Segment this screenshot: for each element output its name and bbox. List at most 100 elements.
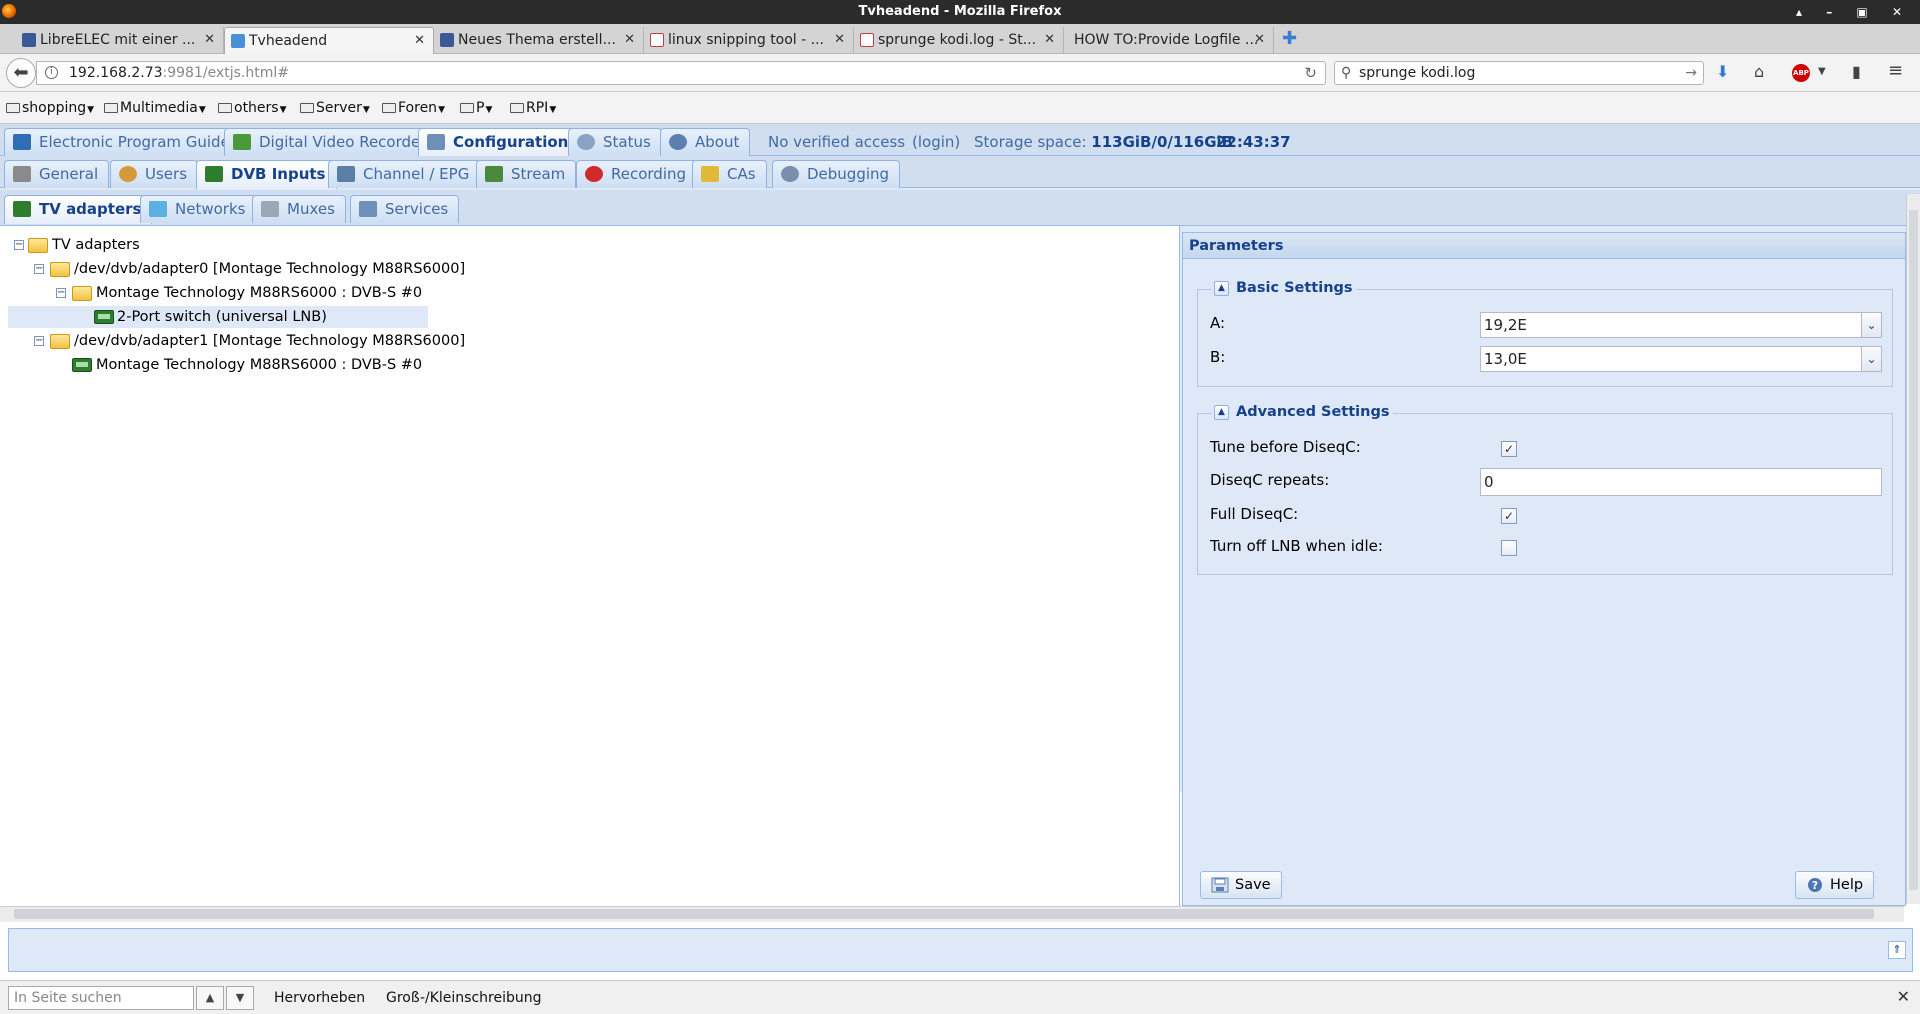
scroll-thumb[interactable] bbox=[1909, 210, 1918, 890]
tab-cas[interactable]: CAs bbox=[692, 160, 767, 188]
wrench-icon bbox=[427, 134, 445, 150]
tree-node-frontend0[interactable]: − Montage Technology M88RS6000 : DVB-S #… bbox=[10, 282, 430, 304]
tab-networks[interactable]: Networks bbox=[140, 195, 257, 223]
menu-icon[interactable]: ≡ bbox=[1888, 60, 1903, 81]
close-tab-icon[interactable]: ✕ bbox=[1044, 27, 1055, 53]
tab-status[interactable]: Status bbox=[568, 128, 662, 156]
browser-tab-active[interactable]: Tvheadend ✕ bbox=[224, 27, 434, 54]
search-input[interactable]: ⚲ sprunge kodi.log → bbox=[1334, 61, 1704, 85]
browser-tab[interactable]: Neues Thema erstell... ✕ bbox=[434, 27, 644, 54]
tab-debugging[interactable]: Debugging bbox=[772, 160, 901, 188]
lnb-idle-checkbox[interactable] bbox=[1501, 540, 1517, 556]
collapse-icon[interactable]: − bbox=[56, 288, 66, 298]
save-button[interactable]: Save bbox=[1200, 871, 1282, 899]
tab-channel-epg[interactable]: Channel / EPG bbox=[328, 160, 481, 188]
close-tab-icon[interactable]: ✕ bbox=[624, 27, 635, 53]
collapse-icon[interactable]: − bbox=[34, 264, 44, 274]
reader-icon[interactable]: ▮ bbox=[1852, 62, 1861, 81]
close-tab-icon[interactable]: ✕ bbox=[1254, 27, 1265, 53]
chevron-down-icon[interactable]: ⌄ bbox=[1861, 347, 1881, 371]
login-link[interactable]: (login) bbox=[912, 133, 960, 151]
vertical-scrollbar[interactable] bbox=[1906, 194, 1920, 904]
field-a-select[interactable]: 19,2E ⌄ bbox=[1480, 312, 1882, 338]
search-icon: ⚲ bbox=[1341, 65, 1352, 81]
bookmark-folder-multimedia[interactable]: Multimedia▼ bbox=[104, 100, 206, 116]
folder-open-icon bbox=[72, 286, 92, 301]
close-tab-icon[interactable]: ✕ bbox=[834, 27, 845, 53]
close-icon[interactable]: ✕ bbox=[1897, 987, 1910, 1006]
site-info-icon[interactable]: i bbox=[45, 66, 58, 79]
tab-label: Neues Thema erstell... bbox=[458, 32, 616, 48]
collapse-icon[interactable]: − bbox=[14, 240, 24, 250]
expand-up-icon[interactable]: ⇑ bbox=[1888, 941, 1906, 959]
match-case-option[interactable]: Groß-/Kleinschreibung bbox=[386, 990, 542, 1006]
scroll-thumb[interactable] bbox=[14, 909, 1874, 919]
tree-node-adapter1[interactable]: − /dev/dvb/adapter1 [Montage Technology … bbox=[10, 330, 465, 352]
parameters-panel: Parameters ▲ Basic Settings A: 19,2E ⌄ B… bbox=[1182, 232, 1906, 906]
tree-node-lnb-switch[interactable]: 2-Port switch (universal LNB) bbox=[8, 306, 428, 328]
bookmark-folder-p[interactable]: P▼ bbox=[460, 100, 492, 116]
tab-dvb-inputs[interactable]: DVB Inputs bbox=[196, 160, 337, 189]
advanced-settings-legend[interactable]: ▲ Advanced Settings bbox=[1212, 404, 1394, 420]
basic-settings-legend[interactable]: ▲ Basic Settings bbox=[1212, 280, 1357, 296]
bookmark-folder-rpi[interactable]: RPI▼ bbox=[510, 100, 556, 116]
close-tab-icon[interactable]: ✕ bbox=[204, 27, 215, 53]
browser-tab[interactable]: sprunge kodi.log - St... ✕ bbox=[854, 27, 1064, 54]
folder-icon bbox=[510, 103, 524, 113]
tree-node-root[interactable]: − TV adapters bbox=[10, 234, 430, 256]
folder-icon bbox=[382, 103, 396, 113]
find-next-button[interactable]: ▼ bbox=[226, 986, 254, 1010]
tab-general[interactable]: General bbox=[4, 160, 110, 188]
adblock-icon[interactable]: ABP bbox=[1792, 64, 1810, 82]
tab-stream[interactable]: Stream bbox=[476, 160, 577, 188]
window-title: Tvheadend - Mozilla Firefox bbox=[858, 4, 1062, 19]
horizontal-scrollbar[interactable] bbox=[0, 906, 1904, 922]
tune-before-diseqc-checkbox[interactable]: ✓ bbox=[1501, 441, 1517, 457]
chevron-down-icon[interactable]: ⌄ bbox=[1861, 313, 1881, 337]
diseqc-repeats-input[interactable]: 0 bbox=[1480, 468, 1882, 496]
help-button[interactable]: ? Help bbox=[1795, 871, 1875, 899]
tree-node-frontend1[interactable]: Montage Technology M88RS6000 : DVB-S #0 bbox=[10, 354, 430, 376]
bookmark-folder-foren[interactable]: Foren▼ bbox=[382, 100, 445, 116]
browser-tab[interactable]: HOW TO:Provide Logfile ... ✕ bbox=[1064, 27, 1274, 54]
tools-icon bbox=[13, 166, 31, 182]
highlight-all-option[interactable]: Hervorheben bbox=[274, 990, 365, 1006]
download-icon[interactable]: ⬇ bbox=[1716, 62, 1729, 81]
full-diseqc-checkbox[interactable]: ✓ bbox=[1501, 508, 1517, 524]
tab-tv-adapters[interactable]: TV adapters bbox=[4, 195, 153, 224]
tree-node-adapter0[interactable]: − /dev/dvb/adapter0 [Montage Technology … bbox=[10, 258, 465, 280]
tab-services[interactable]: Services bbox=[350, 195, 460, 223]
folder-icon bbox=[104, 103, 118, 113]
search-go-icon[interactable]: → bbox=[1685, 62, 1697, 84]
tab-users[interactable]: Users bbox=[110, 160, 199, 188]
bookmark-folder-shopping[interactable]: shopping▼ bbox=[6, 100, 94, 116]
adblock-menu-icon[interactable]: ▼ bbox=[1818, 66, 1826, 77]
tab-about[interactable]: About bbox=[660, 128, 751, 156]
field-b-select[interactable]: 13,0E ⌄ bbox=[1480, 346, 1882, 372]
collapse-up-icon[interactable]: ▲ bbox=[1214, 405, 1229, 420]
bookmark-folder-server[interactable]: Server▼ bbox=[300, 100, 370, 116]
collapse-icon[interactable]: − bbox=[34, 336, 44, 346]
close-tab-icon[interactable]: ✕ bbox=[414, 28, 425, 54]
new-tab-icon[interactable]: ✚ bbox=[1282, 28, 1297, 49]
collapse-up-icon[interactable]: ▲ bbox=[1214, 281, 1229, 296]
window-controls[interactable]: ▴ – ▣ ✕ bbox=[1796, 0, 1912, 24]
find-prev-button[interactable]: ▲ bbox=[196, 986, 224, 1010]
tab-recording[interactable]: Recording bbox=[576, 160, 698, 188]
epg-icon bbox=[13, 134, 31, 150]
home-icon[interactable]: ⌂ bbox=[1754, 62, 1764, 81]
tab-epg[interactable]: Electronic Program Guide bbox=[4, 128, 241, 156]
url-bar[interactable]: i 192.168.2.73:9981/extjs.html# ↻ bbox=[36, 61, 1326, 85]
tab-configuration[interactable]: Configuration bbox=[418, 128, 580, 157]
adapter-tree-panel: − TV adapters − /dev/dvb/adapter0 [Monta… bbox=[0, 226, 1180, 910]
find-input[interactable]: In Seite suchen bbox=[8, 986, 194, 1010]
bookmark-folder-others[interactable]: others▼ bbox=[218, 100, 287, 116]
back-button[interactable]: ⬅ bbox=[6, 58, 36, 88]
tab-dvr[interactable]: Digital Video Recorder bbox=[224, 128, 438, 156]
browser-tab[interactable]: LibreELEC mit einer ... ✕ bbox=[16, 27, 224, 54]
reload-icon[interactable]: ↻ bbox=[1304, 62, 1317, 84]
log-panel: ⇑ bbox=[8, 928, 1913, 972]
tab-muxes[interactable]: Muxes bbox=[252, 195, 346, 223]
browser-tab[interactable]: linux snipping tool - ... ✕ bbox=[644, 27, 854, 54]
antenna-icon bbox=[149, 201, 167, 217]
